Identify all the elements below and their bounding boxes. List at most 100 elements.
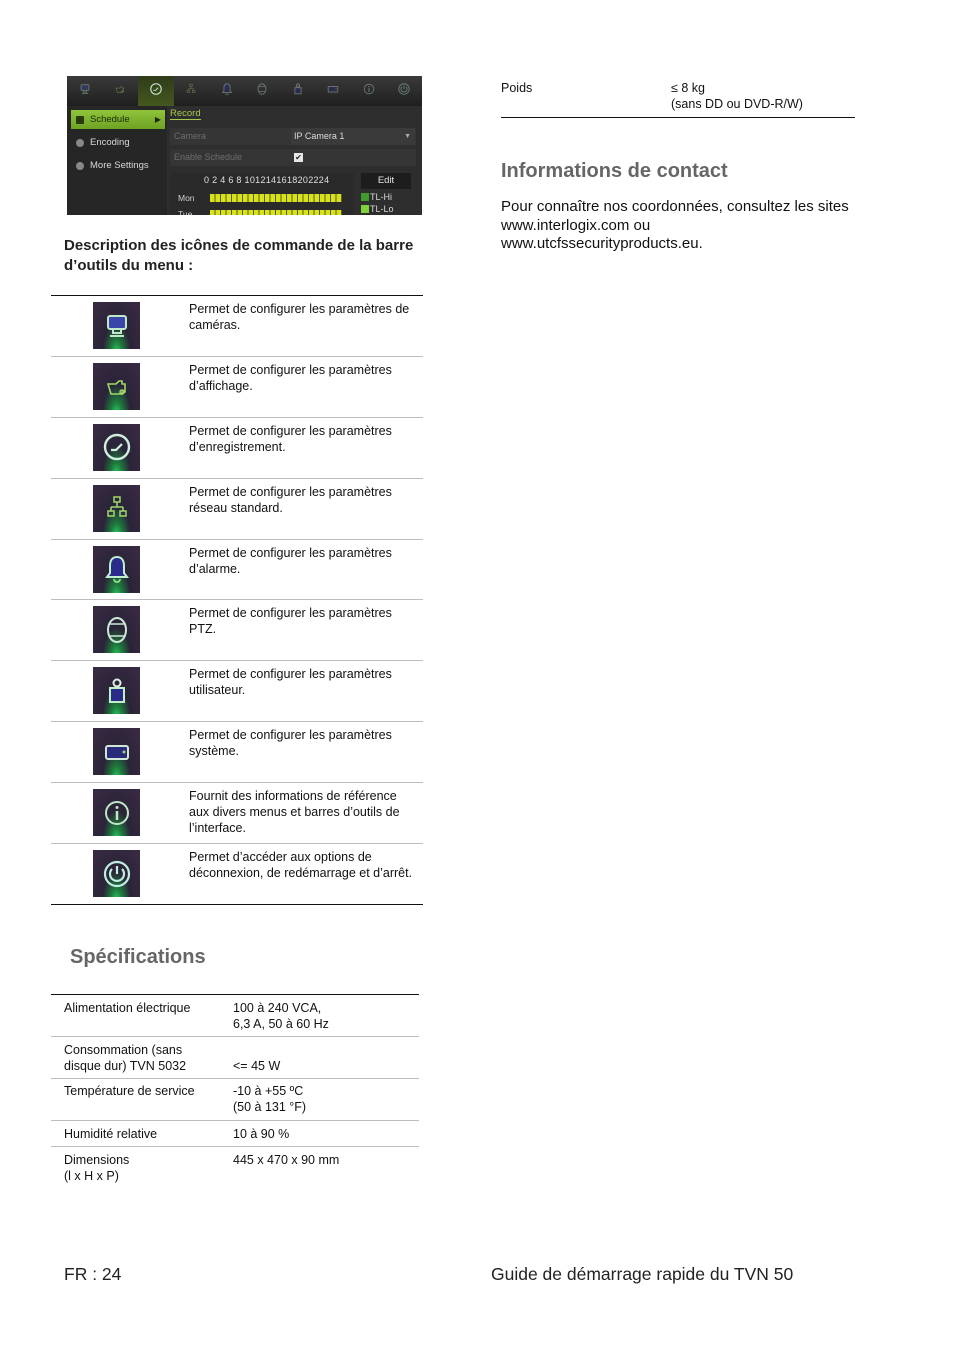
sidebar-item-more-settings: More Settings bbox=[71, 156, 165, 175]
icons-section-heading: Description des icônes de commande de la… bbox=[64, 237, 414, 274]
dvr-sidebar: Schedule ▶ Encoding More Settings bbox=[67, 106, 167, 215]
sidebar-item-label: More Settings bbox=[90, 160, 149, 171]
toolbar-camera-button bbox=[67, 76, 103, 106]
contact-text: Pour connaître nos coordonnées, consulte… bbox=[501, 198, 849, 252]
icon-table-row: Permet de configurer les paramètres util… bbox=[51, 660, 423, 721]
spec-row: Consommation (sans disque dur) TVN 5032 … bbox=[51, 1037, 419, 1079]
spec-key: Dimensions (l x H x P) bbox=[64, 1153, 130, 1183]
icon-table-row: Permet de configurer les paramètres d’al… bbox=[51, 538, 423, 600]
system-icon bbox=[326, 82, 340, 101]
icon-description: Permet de configurer les paramètres d’al… bbox=[189, 545, 392, 576]
icon-table-row: Permet de configurer les paramètres d’en… bbox=[51, 416, 423, 478]
icon-description: Permet de configurer les paramètres d’af… bbox=[189, 362, 392, 393]
sidebar-item-encoding: Encoding bbox=[71, 133, 165, 152]
icon-description: Permet de configurer les paramètres de c… bbox=[189, 302, 410, 332]
camera-select: IP Camera 1 ▼ bbox=[291, 128, 415, 145]
camera-field: Camera IP Camera 1 ▼ bbox=[170, 128, 416, 145]
alarm-icon bbox=[93, 545, 140, 593]
chevron-down-icon: ▼ bbox=[404, 133, 411, 140]
spec-row: Alimentation électrique 100 à 240 VCA, 6… bbox=[51, 995, 419, 1037]
toolbar-user-button bbox=[280, 76, 316, 106]
schedule-icon bbox=[76, 115, 84, 124]
dvr-main-panel: Record Camera IP Camera 1 ▼ Enable Sched… bbox=[167, 106, 422, 215]
toolbar-record-button bbox=[138, 76, 174, 106]
info-icon bbox=[362, 82, 376, 101]
icon-description: Permet de configurer les paramètres d’en… bbox=[189, 423, 392, 454]
power-icon bbox=[93, 850, 140, 898]
sidebar-item-label: Encoding bbox=[90, 137, 130, 148]
record-icon bbox=[93, 423, 140, 471]
enable-schedule-label: Enable Schedule bbox=[174, 152, 243, 162]
toolbar-power-button bbox=[387, 76, 423, 106]
schedule-bar-mon bbox=[210, 194, 342, 202]
specifications-table: Alimentation électrique 100 à 240 VCA, 6… bbox=[51, 994, 419, 1189]
edit-button: Edit bbox=[361, 173, 411, 189]
ptz-icon bbox=[255, 82, 269, 101]
legend-tl-hi: TL-Hi bbox=[361, 192, 392, 202]
spec-value: 100 à 240 VCA, 6,3 A, 50 à 60 Hz bbox=[233, 1001, 329, 1031]
toolbar-network-button bbox=[174, 76, 210, 106]
camera-icon bbox=[78, 82, 92, 101]
legend-tl-lo: TL-Lo bbox=[361, 204, 394, 214]
legend-label: TL-Hi bbox=[370, 192, 392, 202]
toolbar-display-button bbox=[103, 76, 139, 106]
system-icon bbox=[93, 728, 140, 776]
contact-heading: Informations de contact bbox=[501, 160, 728, 182]
network-icon bbox=[184, 82, 198, 101]
document-title: Guide de démarrage rapide du TVN 50 bbox=[491, 1264, 794, 1284]
gear-icon bbox=[76, 161, 84, 170]
weight-spec-row: Poids ≤ 8 kg (sans DD ou DVD-R/W) bbox=[501, 80, 855, 118]
ptz-icon bbox=[93, 606, 140, 654]
day-label-mon: Mon bbox=[178, 193, 195, 203]
page-number: FR : 24 bbox=[64, 1264, 122, 1284]
spec-row: Température de service -10 à +55 ºC (50 … bbox=[51, 1079, 419, 1121]
spec-value: <= 45 W bbox=[233, 1059, 281, 1073]
spec-key: Poids bbox=[501, 81, 533, 95]
enable-schedule-checkbox-wrap: ✔ bbox=[291, 149, 415, 166]
sidebar-item-schedule: Schedule ▶ bbox=[71, 110, 165, 129]
enable-schedule-field: Enable Schedule ✔ bbox=[170, 149, 416, 166]
specifications-heading: Spécifications bbox=[70, 946, 206, 968]
toolbar-alarm-button bbox=[209, 76, 245, 106]
icon-description: Permet de configurer les paramètres syst… bbox=[189, 728, 392, 759]
tab-record: Record bbox=[170, 108, 201, 120]
spec-row: Humidité relative 10 à 90 % bbox=[51, 1121, 419, 1147]
spec-key: Consommation (sans disque dur) TVN 5032 bbox=[64, 1043, 187, 1073]
icon-description: Fournit des informations de référence au… bbox=[189, 789, 400, 836]
sidebar-item-label: Schedule bbox=[90, 114, 130, 125]
spec-key: Humidité relative bbox=[64, 1127, 158, 1141]
spec-key: Température de service bbox=[64, 1084, 195, 1098]
legend-swatch bbox=[361, 193, 369, 201]
icon-table-row: Permet de configurer les paramètres de c… bbox=[51, 296, 423, 356]
icon-description-table: Permet de configurer les paramètres de c… bbox=[51, 295, 423, 905]
display-icon bbox=[93, 362, 140, 410]
icon-table-row: Fournit des informations de référence au… bbox=[51, 782, 423, 843]
icon-table-row: Permet d’accéder aux options de déconnex… bbox=[51, 843, 423, 904]
spec-value: ≤ 8 kg (sans DD ou DVD-R/W) bbox=[671, 81, 803, 111]
icon-table-row: Permet de configurer les paramètres syst… bbox=[51, 721, 423, 782]
user-icon bbox=[93, 667, 140, 715]
day-label-tue: Tue bbox=[178, 209, 193, 215]
toolbar-system-button bbox=[316, 76, 352, 106]
spec-value: 10 à 90 % bbox=[233, 1127, 290, 1141]
network-icon bbox=[93, 484, 140, 532]
dvr-toolbar bbox=[67, 76, 422, 106]
chevron-right-icon: ▶ bbox=[154, 115, 161, 124]
legend-swatch bbox=[361, 205, 369, 213]
icon-description: Permet de configurer les paramètres rése… bbox=[189, 484, 392, 515]
toolbar-info-button bbox=[351, 76, 387, 106]
info-icon bbox=[93, 789, 140, 837]
power-icon bbox=[397, 82, 411, 101]
hour-labels: 0 2 4 6 8 1012141618202224 bbox=[204, 175, 330, 185]
icon-table-row: Permet de configurer les paramètres PTZ. bbox=[51, 599, 423, 660]
toolbar-ptz-button bbox=[245, 76, 281, 106]
icon-description: Permet de configurer les paramètres util… bbox=[189, 667, 392, 698]
user-icon bbox=[291, 82, 305, 101]
dvr-menu-screenshot: Schedule ▶ Encoding More Settings Record… bbox=[67, 76, 422, 215]
schedule-bar-tue bbox=[210, 210, 342, 215]
spec-value: 445 x 470 x 90 mm bbox=[233, 1153, 340, 1167]
spec-row: Dimensions (l x H x P) 445 x 470 x 90 mm bbox=[51, 1147, 419, 1189]
legend-label: TL-Lo bbox=[370, 204, 394, 214]
camera-icon bbox=[93, 302, 140, 349]
display-icon bbox=[113, 82, 127, 101]
